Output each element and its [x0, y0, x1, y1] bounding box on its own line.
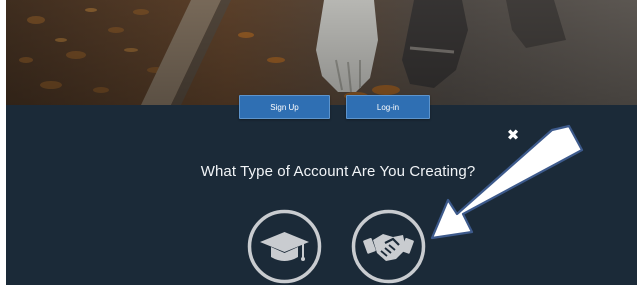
student-account-option[interactable]: [247, 209, 322, 284]
handshake-icon: [351, 209, 426, 284]
sign-up-button[interactable]: Sign Up: [239, 95, 330, 119]
close-button[interactable]: ✖: [503, 126, 523, 146]
business-account-option[interactable]: [351, 209, 426, 284]
hero-photo: [6, 0, 637, 105]
screenshot-frame: Sign Up Log-in ✖ What Type of Account Ar…: [0, 0, 643, 289]
account-type-question: What Type of Account Are You Creating?: [200, 163, 476, 180]
hero-photo-image: [6, 0, 637, 105]
log-in-button[interactable]: Log-in: [346, 95, 430, 119]
graduation-cap-icon: [247, 209, 322, 284]
